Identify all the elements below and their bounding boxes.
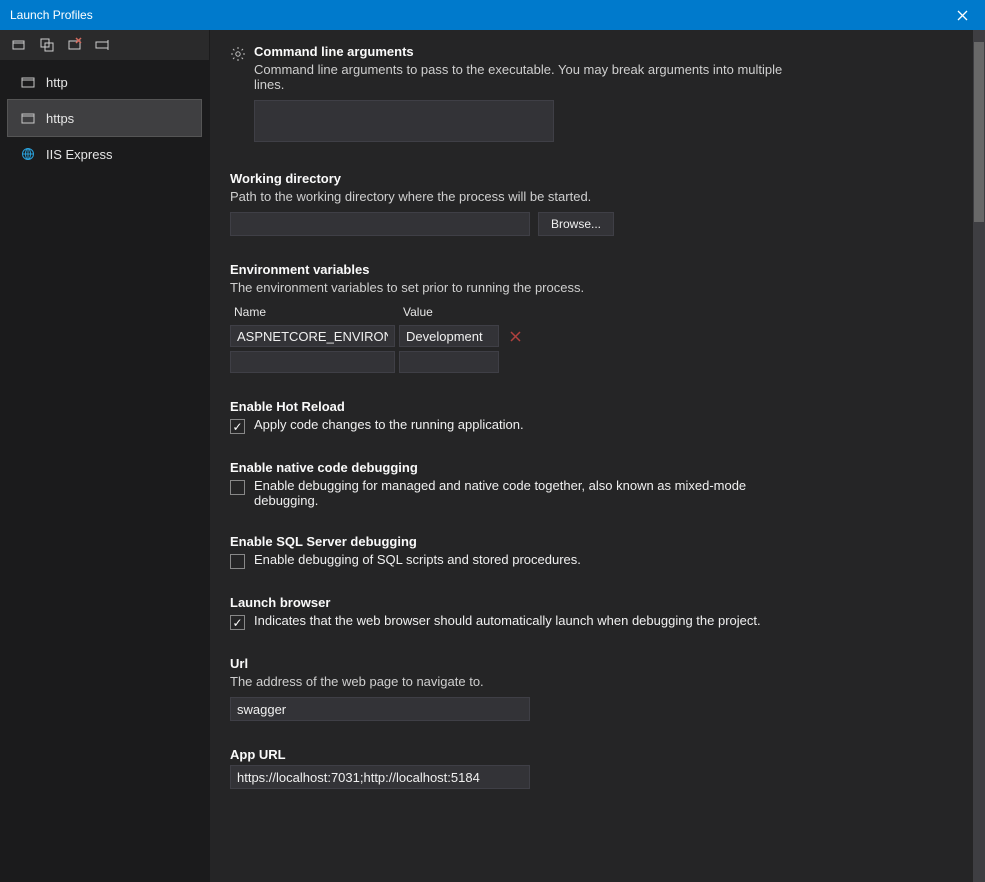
native-debug-checkbox[interactable] [230, 480, 245, 495]
wd-desc: Path to the working directory where the … [230, 189, 790, 204]
project-icon [20, 110, 36, 126]
sidebar: http https IIS Express [0, 30, 210, 882]
gear-icon [230, 46, 246, 62]
section-cli: Command line arguments Command line argu… [230, 44, 951, 145]
wd-title: Working directory [230, 171, 951, 186]
url-input[interactable] [230, 697, 530, 721]
native-title: Enable native code debugging [230, 460, 951, 475]
browse-button[interactable]: Browse... [538, 212, 614, 236]
delete-profile-icon[interactable] [66, 36, 84, 54]
env-col-name: Name [230, 303, 395, 321]
settings-scroll: Command line arguments Command line argu… [210, 30, 973, 882]
hot-reload-label: Apply code changes to the running applic… [254, 417, 524, 432]
launch-browser-checkbox[interactable] [230, 615, 245, 630]
new-profile-icon[interactable] [10, 36, 28, 54]
main-pane: Command line arguments Command line argu… [210, 30, 985, 882]
section-env: Environment variables The environment va… [230, 262, 951, 373]
profile-label: IIS Express [46, 147, 112, 162]
sql-debug-checkbox[interactable] [230, 554, 245, 569]
section-url: Url The address of the web page to navig… [230, 656, 951, 721]
profile-item-https[interactable]: https [8, 100, 201, 136]
sql-debug-label: Enable debugging of SQL scripts and stor… [254, 552, 581, 567]
cli-desc: Command line arguments to pass to the ex… [254, 62, 814, 92]
close-icon [957, 10, 968, 21]
native-debug-label: Enable debugging for managed and native … [254, 478, 770, 508]
delete-icon [510, 331, 521, 342]
hot-reload-checkbox[interactable] [230, 419, 245, 434]
sidebar-toolbar [0, 30, 209, 60]
env-desc: The environment variables to set prior t… [230, 280, 790, 295]
section-sql: Enable SQL Server debugging Enable debug… [230, 534, 951, 569]
duplicate-profile-icon[interactable] [38, 36, 56, 54]
env-name-1[interactable] [230, 351, 395, 373]
sql-title: Enable SQL Server debugging [230, 534, 951, 549]
scrollbar-thumb[interactable] [974, 42, 984, 222]
title-bar: Launch Profiles [0, 0, 985, 30]
section-native: Enable native code debugging Enable debu… [230, 460, 951, 508]
url-title: Url [230, 656, 951, 671]
env-name-0[interactable] [230, 325, 395, 347]
section-launch-browser: Launch browser Indicates that the web br… [230, 595, 951, 630]
profile-label: http [46, 75, 68, 90]
globe-icon [20, 146, 36, 162]
profile-item-http[interactable]: http [8, 64, 201, 100]
profile-label: https [46, 111, 74, 126]
env-value-1[interactable] [399, 351, 499, 373]
profile-item-iis-express[interactable]: IIS Express [8, 136, 201, 172]
section-hot-reload: Enable Hot Reload Apply code changes to … [230, 399, 951, 434]
env-col-value: Value [399, 303, 499, 321]
env-delete-row[interactable] [503, 325, 527, 347]
close-button[interactable] [940, 0, 985, 30]
cli-title: Command line arguments [254, 44, 951, 59]
profile-list: http https IIS Express [0, 60, 209, 176]
project-icon [20, 74, 36, 90]
scrollbar[interactable] [973, 30, 985, 882]
hot-title: Enable Hot Reload [230, 399, 951, 414]
env-title: Environment variables [230, 262, 951, 277]
cli-input[interactable] [254, 100, 554, 142]
launch-title: Launch browser [230, 595, 951, 610]
section-working-dir: Working directory Path to the working di… [230, 171, 951, 236]
appurl-title: App URL [230, 747, 951, 762]
appurl-input[interactable] [230, 765, 530, 789]
rename-profile-icon[interactable] [94, 36, 112, 54]
url-desc: The address of the web page to navigate … [230, 674, 790, 689]
section-app-url: App URL [230, 747, 951, 789]
env-value-0[interactable] [399, 325, 499, 347]
launch-browser-label: Indicates that the web browser should au… [254, 613, 761, 628]
window-title: Launch Profiles [10, 8, 93, 22]
wd-input[interactable] [230, 212, 530, 236]
